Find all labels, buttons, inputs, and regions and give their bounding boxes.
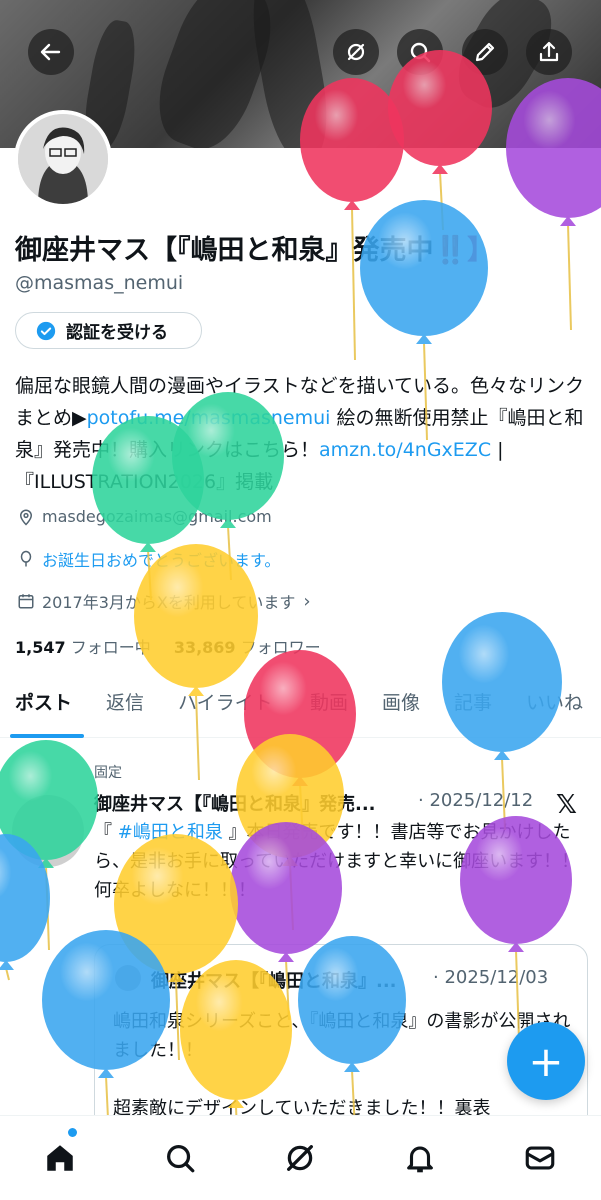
post-hashtag[interactable]: #嶋田と和泉 [118,822,223,843]
search-icon [410,42,431,63]
followers-label: フォロワー [240,638,321,657]
tab-active-indicator [10,734,84,738]
follow-stats: 1,547 フォロー中 33,869 フォロワー [15,634,321,658]
tab-highlights[interactable]: ハイライト [178,686,273,738]
tab-posts[interactable]: ポスト [15,686,72,738]
home-notification-dot [68,1128,77,1137]
quote-text: 嶋田和泉シリーズこと、『嶋田と和泉』の書影が公開されました！！ 超素敵にデザイン… [113,1011,571,1119]
profile-name-text: 御座井マス【『嶋田と和泉』発売中 [15,235,434,266]
chevron-right-icon: › [303,590,311,612]
bio-link-potofu[interactable]: potofu.me/masmasnemui [87,407,331,429]
tab-photos[interactable]: 画像 [382,686,420,738]
profile-tabs: ポスト 返信 ハイライト 動画 画像 記事 いいね [0,686,601,738]
get-verified-button[interactable]: 認証を受ける [15,312,202,349]
bio-link-amazon[interactable]: amzn.to/4nGxEZC [319,439,491,461]
verified-badge-icon [36,321,56,340]
following-count: 1,547 [15,638,66,657]
share-icon [539,41,559,62]
profile-avatar[interactable] [14,110,112,208]
home-icon [47,1145,73,1171]
quote-author: 御座井マス【『嶋田と和泉』... [151,971,397,992]
nav-messages[interactable] [520,1138,560,1178]
bottom-navigation [0,1115,601,1200]
location-pin-icon [19,509,33,526]
edit-button[interactable] [462,29,508,75]
nav-home[interactable] [40,1138,80,1178]
pinned-label: 固定 [94,765,122,781]
grok-icon [347,43,365,61]
profile-handle: @masmas_nemui [15,272,184,294]
bell-icon [407,1146,433,1173]
back-button[interactable] [28,29,74,75]
quote-date: · 2025/12/03 [433,967,549,988]
profile-email-row: masdegozaimas@gmail.com [17,507,272,526]
nav-notifications[interactable] [400,1138,440,1178]
pencil-icon [475,42,495,62]
following-label: フォロー中 [70,638,151,657]
post-avatar[interactable] [12,795,84,867]
followers-link[interactable]: 33,869 フォロワー [174,638,321,657]
grok-icon [287,1145,313,1171]
post-text-prefix: 『 [94,822,118,843]
profile-bio: 偏屈な眼鏡人間の漫画やイラストなどを描いている。色々なリンクまとめ▶potofu… [15,370,590,498]
following-link[interactable]: 1,547 フォロー中 [15,638,151,657]
calendar-icon [18,594,34,609]
tab-videos[interactable]: 動画 [310,686,348,738]
post-author[interactable]: 御座井マス【『嶋田と和泉』発売... [94,790,376,816]
profile-name: 御座井マス【『嶋田と和泉』発売中‼️】 [15,228,494,267]
followers-count: 33,869 [173,638,236,657]
envelope-icon [525,1146,555,1170]
quote-avatar [115,965,141,991]
profile-email: masdegozaimas@gmail.com [42,507,272,526]
arrow-left-icon [40,43,61,61]
tab-replies[interactable]: 返信 [106,686,144,738]
share-button[interactable] [526,29,572,75]
profile-joined-row[interactable]: 2017年3月からXを利用しています › [17,589,311,613]
profile-joined: 2017年3月からXを利用しています [42,593,296,612]
post-text: 『 #嶋田と和泉 』本日発売です！！書店等でお見かけしたら、是非お手に取っていた… [94,818,584,905]
balloon-6 [134,544,258,781]
tab-articles[interactable]: 記事 [454,686,492,738]
profile-name-suffix: ‼️】 [433,235,495,266]
post-date[interactable]: · 2025/12/12 [418,790,533,811]
get-verified-label: 認証を受ける [66,323,168,343]
tab-likes[interactable]: いいね [526,686,583,738]
search-button[interactable] [397,29,443,75]
nav-grok[interactable] [280,1138,320,1178]
compose-post-button[interactable]: + [507,1022,585,1100]
balloon-icon [20,550,32,567]
profile-birthday: お誕生日おめでとうございます。 [42,551,281,570]
nav-search[interactable] [160,1138,200,1178]
x-logo-icon: 𝕏 [556,790,577,820]
grok-button[interactable] [333,29,379,75]
search-icon [167,1145,195,1173]
profile-birthday-row: お誕生日おめでとうございます。 [17,547,280,571]
